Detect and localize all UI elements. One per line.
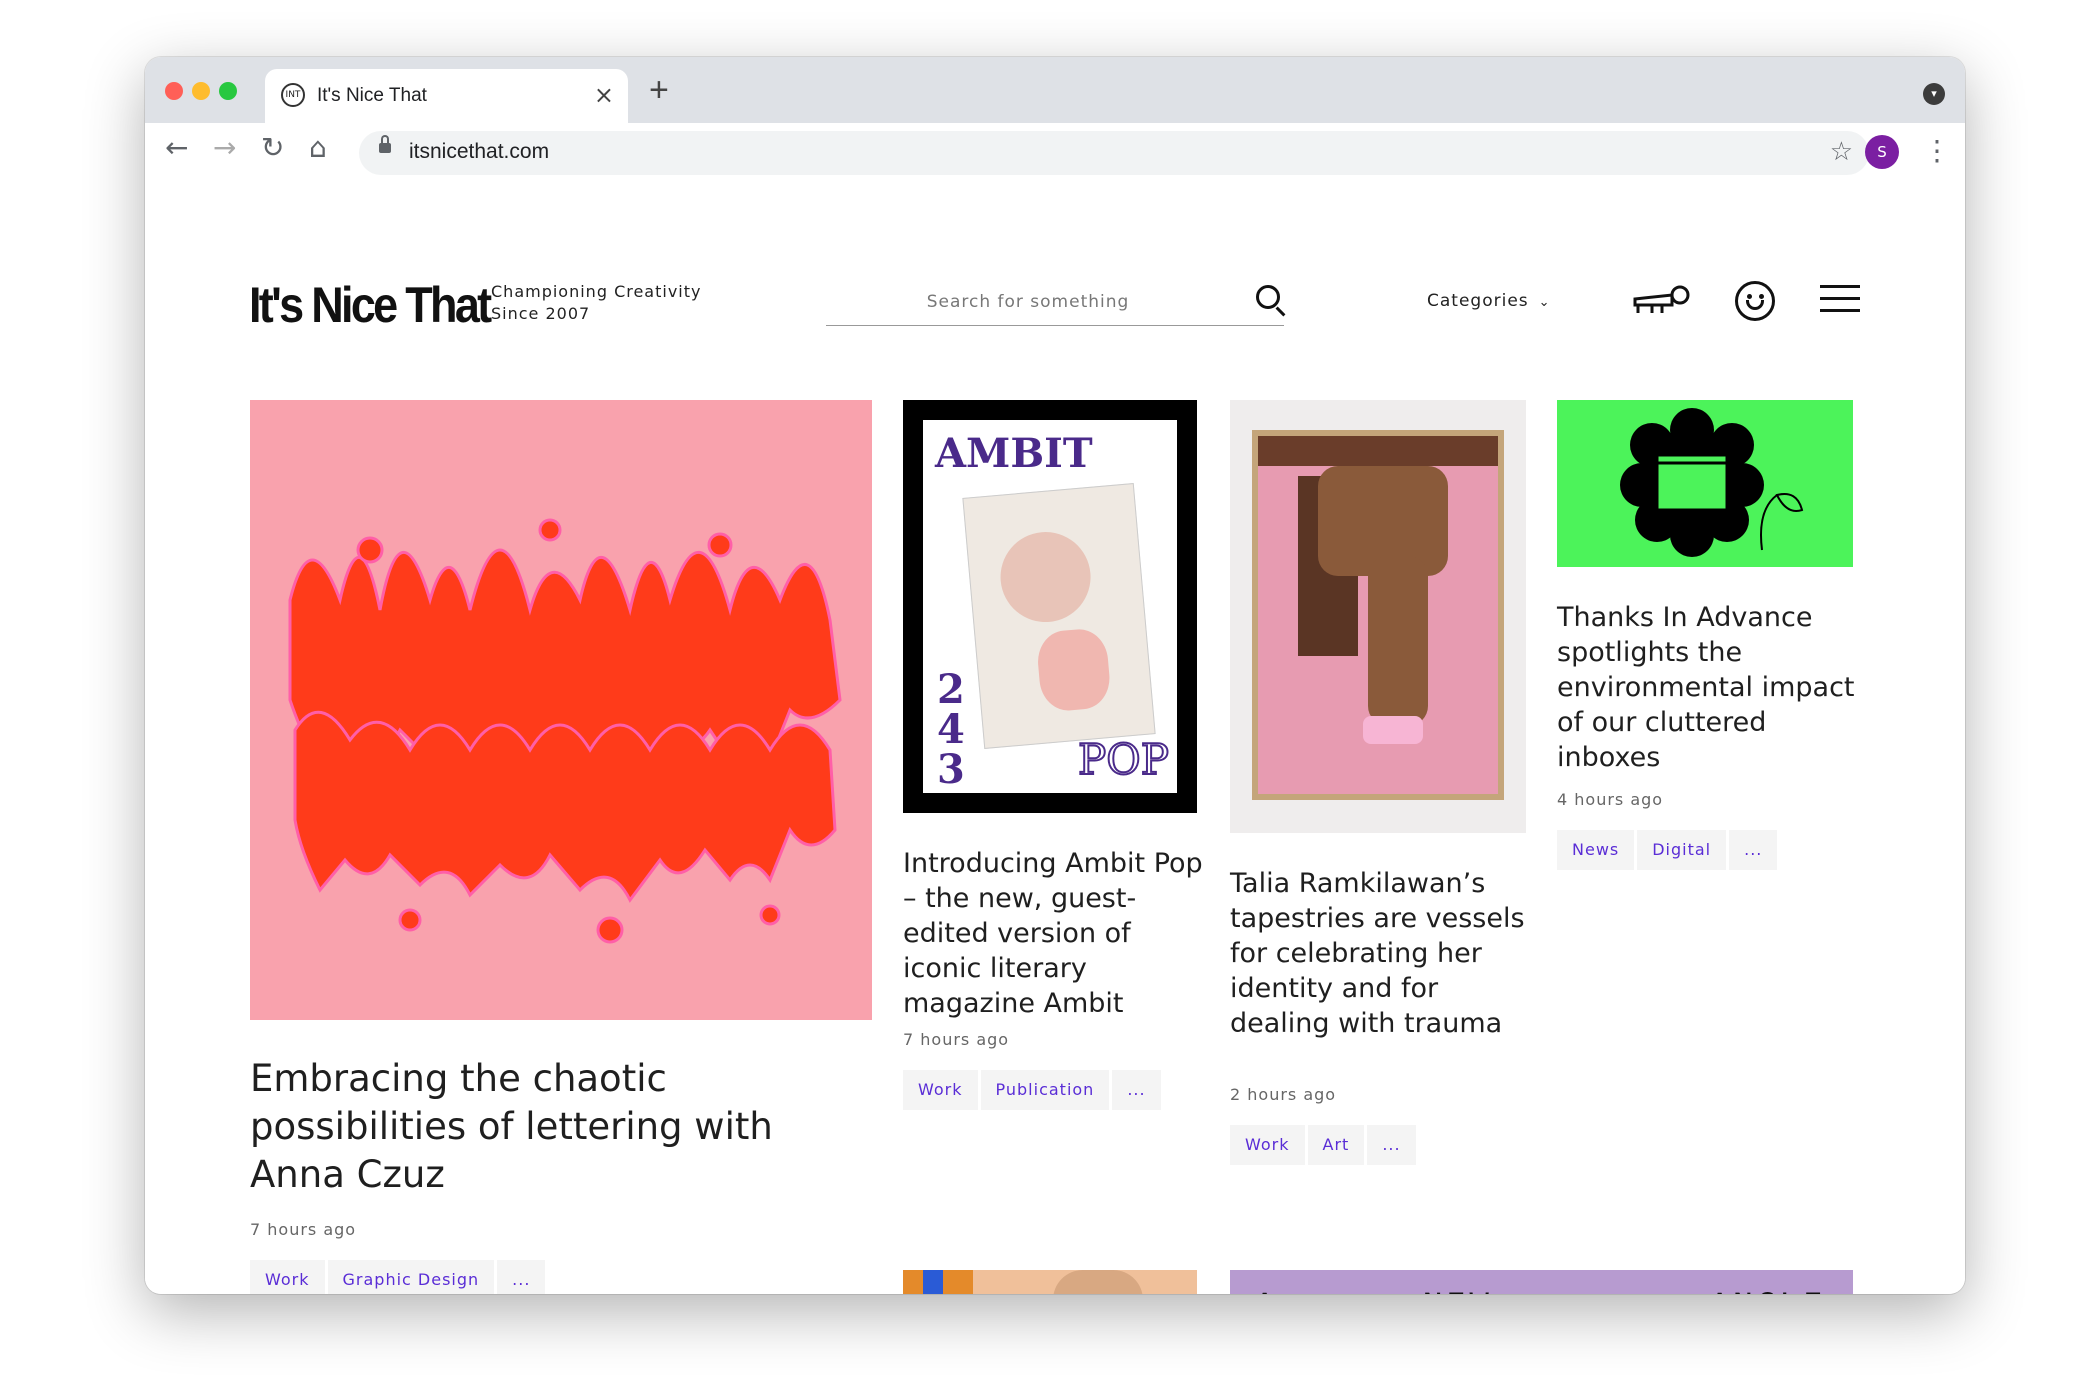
tab-title: It's Nice That: [317, 85, 427, 106]
browser-window: INT It's Nice That × + ▾ ← → ↻ ⌂ itsnice…: [145, 57, 1965, 1294]
home-icon[interactable]: ⌂: [309, 133, 327, 163]
tag-work[interactable]: Work: [1230, 1125, 1305, 1165]
new-tab-icon[interactable]: +: [649, 73, 669, 107]
cover-illustration: [962, 482, 1156, 750]
tapestry-frame: [1252, 430, 1504, 800]
flower-browser-illustration: [1620, 408, 1804, 557]
article-image-new-angle[interactable]: A NEW ANGLE: [1230, 1270, 1853, 1294]
article-title[interactable]: Embracing the chaotic possibilities of l…: [250, 1055, 840, 1199]
smiley-icon[interactable]: [1735, 281, 1775, 321]
magazine-cover: AMBIT 243 POP: [923, 420, 1177, 793]
chevron-down-icon: ⌄: [1538, 295, 1551, 310]
zoom-window-button[interactable]: [219, 82, 237, 100]
url-text: itsnicethat.com: [409, 140, 550, 163]
lettering-artwork: [288, 518, 842, 944]
article-time: 7 hours ago: [903, 1030, 1010, 1049]
tagline-line-1: Championing Creativity: [491, 282, 702, 301]
tag-digital[interactable]: Digital: [1637, 830, 1727, 870]
banner-word: NEW: [1423, 1286, 1493, 1294]
categories-dropdown[interactable]: Categories ⌄: [1427, 291, 1551, 311]
close-tab-icon[interactable]: ×: [594, 81, 614, 109]
bookmark-star-icon[interactable]: ☆: [1830, 137, 1853, 167]
article-time: 4 hours ago: [1557, 790, 1664, 809]
lock-icon: [379, 135, 391, 153]
close-window-button[interactable]: [165, 82, 183, 100]
cover-pop: POP: [1077, 734, 1170, 785]
article-tags: Work Publication ...: [903, 1070, 1161, 1110]
tagline-line-2: Since 2007: [491, 304, 591, 323]
article-image-inbox[interactable]: [1557, 400, 1853, 567]
tag-more[interactable]: ...: [1729, 830, 1778, 870]
article-title[interactable]: Thanks In Advance spotlights the environ…: [1557, 600, 1857, 775]
shop-icon[interactable]: [1632, 283, 1690, 319]
hamburger-menu-icon[interactable]: [1820, 283, 1860, 315]
banner-word: ANGLE: [1710, 1286, 1826, 1294]
search-box: [826, 281, 1284, 326]
tag-work[interactable]: Work: [250, 1260, 325, 1294]
search-input[interactable]: [826, 281, 1230, 323]
tag-news[interactable]: News: [1557, 830, 1635, 870]
tag-publication[interactable]: Publication: [980, 1070, 1110, 1110]
tag-graphic-design[interactable]: Graphic Design: [327, 1260, 495, 1294]
minimize-window-button[interactable]: [192, 82, 210, 100]
browser-toolbar: ← → ↻ ⌂ itsnicethat.com ☆ S ⋮: [145, 123, 1965, 234]
article-title[interactable]: Introducing Ambit Pop – the new, guest-e…: [903, 846, 1203, 1021]
tag-more[interactable]: ...: [1367, 1125, 1416, 1165]
article-title[interactable]: Talia Ramkilawan’s tapestries are vessel…: [1230, 866, 1530, 1041]
tag-more[interactable]: ...: [497, 1260, 546, 1294]
article-tags: News Digital ...: [1557, 830, 1778, 870]
forward-icon[interactable]: →: [213, 133, 236, 163]
page-content: It's Nice That Championing Creativity Si…: [145, 233, 1965, 1294]
article-time: 2 hours ago: [1230, 1085, 1337, 1104]
banner-word: A: [1255, 1286, 1278, 1294]
cover-number: 243: [937, 666, 965, 793]
site-logo[interactable]: It's Nice That: [249, 275, 492, 335]
tag-art[interactable]: Art: [1307, 1125, 1365, 1165]
cover-title: AMBIT: [935, 430, 1093, 477]
reload-icon[interactable]: ↻: [261, 133, 284, 163]
address-bar[interactable]: itsnicethat.com ☆: [359, 131, 1869, 175]
article-time: 7 hours ago: [250, 1220, 357, 1239]
article-image-ambit[interactable]: AMBIT 243 POP: [903, 400, 1197, 813]
article-image-lettering[interactable]: [250, 400, 872, 1020]
tab-search-icon[interactable]: ▾: [1923, 83, 1945, 105]
article-tags: Work Art ...: [1230, 1125, 1416, 1165]
tag-work[interactable]: Work: [903, 1070, 978, 1110]
article-tags: Work Graphic Design ...: [250, 1260, 546, 1294]
article-image-tapestry[interactable]: [1230, 400, 1526, 833]
tag-more[interactable]: ...: [1112, 1070, 1161, 1110]
profile-avatar[interactable]: S: [1865, 135, 1899, 169]
tapestry-artwork: [1258, 436, 1498, 794]
article-image-portrait[interactable]: [903, 1270, 1197, 1294]
browser-menu-icon[interactable]: ⋮: [1923, 133, 1951, 169]
browser-tab[interactable]: INT It's Nice That ×: [265, 69, 628, 123]
back-icon[interactable]: ←: [165, 133, 188, 163]
tab-bar: INT It's Nice That × + ▾: [145, 57, 1965, 123]
site-tagline: Championing Creativity Since 2007: [491, 281, 701, 325]
search-icon[interactable]: [1256, 285, 1280, 309]
site-favicon-icon: INT: [281, 83, 305, 107]
categories-label: Categories: [1427, 291, 1529, 311]
